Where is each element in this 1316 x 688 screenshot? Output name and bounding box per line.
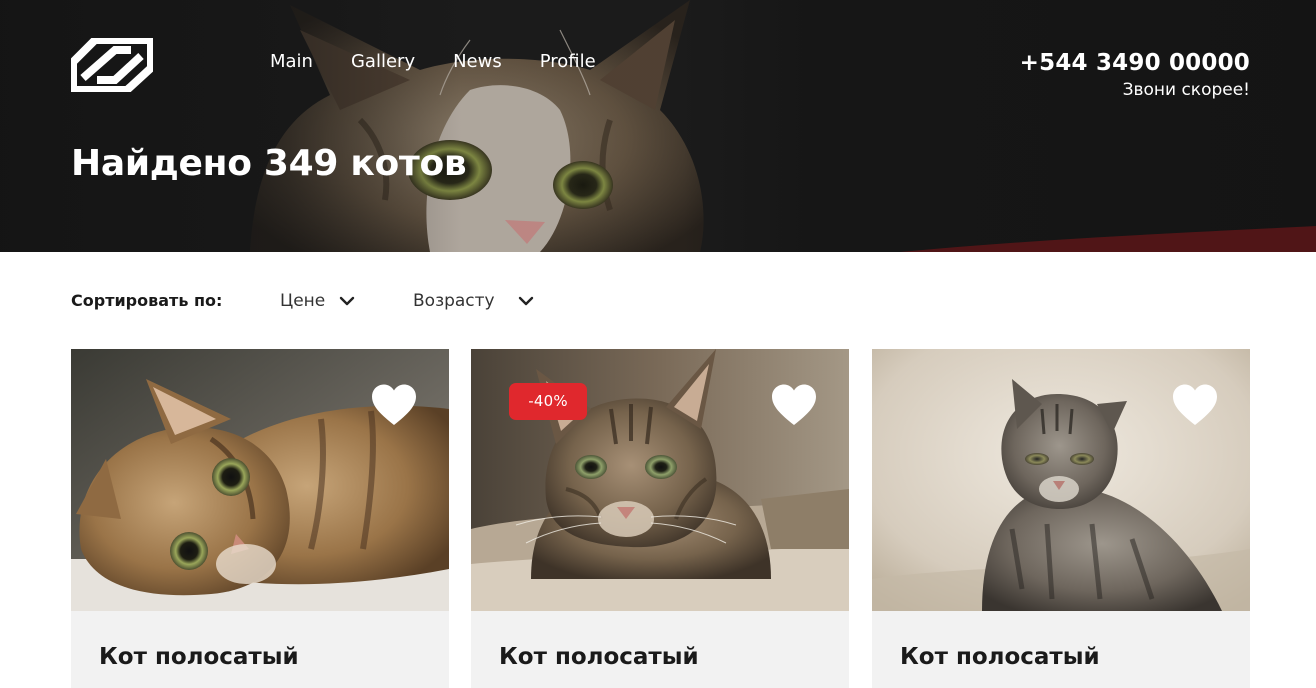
cat-card-image[interactable] [71,349,449,611]
nav-item-main[interactable]: Main [270,50,313,74]
cat-card-image[interactable]: -40% [471,349,849,611]
heart-icon[interactable] [1171,383,1219,427]
nav-item-news[interactable]: News [453,50,502,74]
heart-icon[interactable] [770,383,818,427]
hero-accent-stripe [900,226,1316,252]
phone-number[interactable]: +544 3490 00000 [1020,48,1250,78]
chevron-down-icon [340,296,355,306]
heart-icon[interactable] [370,383,418,427]
discount-badge: -40% [509,383,587,420]
card-title[interactable]: Кот полосатый [499,641,699,673]
hero-header: Main Gallery News Profile +544 3490 0000… [0,0,1316,252]
nav-item-profile[interactable]: Profile [540,50,596,74]
main-nav: Main Gallery News Profile [270,50,634,74]
sort-option-label: Цене [280,291,326,311]
sort-bar: Сортировать по: Цене Возрасту [71,288,671,314]
sort-by-price-dropdown[interactable]: Цене [280,288,355,314]
sort-by-age-dropdown[interactable]: Возрасту [413,288,534,314]
nav-item-gallery[interactable]: Gallery [351,50,415,74]
card-title[interactable]: Кот полосатый [900,641,1100,673]
contact-block: +544 3490 00000 Звони скорее! [1020,48,1250,101]
cat-card[interactable]: -40% Кот полосатый [471,349,849,688]
page-title: Найдено 349 котов [71,143,467,184]
cat-card[interactable]: Кот полосатый [872,349,1250,688]
phone-tagline: Звони скорее! [1122,80,1250,100]
sort-label: Сортировать по: [71,291,223,310]
card-title[interactable]: Кот полосатый [99,641,299,673]
cat-card-image[interactable] [872,349,1250,611]
logo-icon[interactable] [71,38,153,92]
sort-option-label: Возрасту [413,291,495,311]
cat-card[interactable]: Кот полосатый [71,349,449,688]
chevron-down-icon [518,296,533,306]
